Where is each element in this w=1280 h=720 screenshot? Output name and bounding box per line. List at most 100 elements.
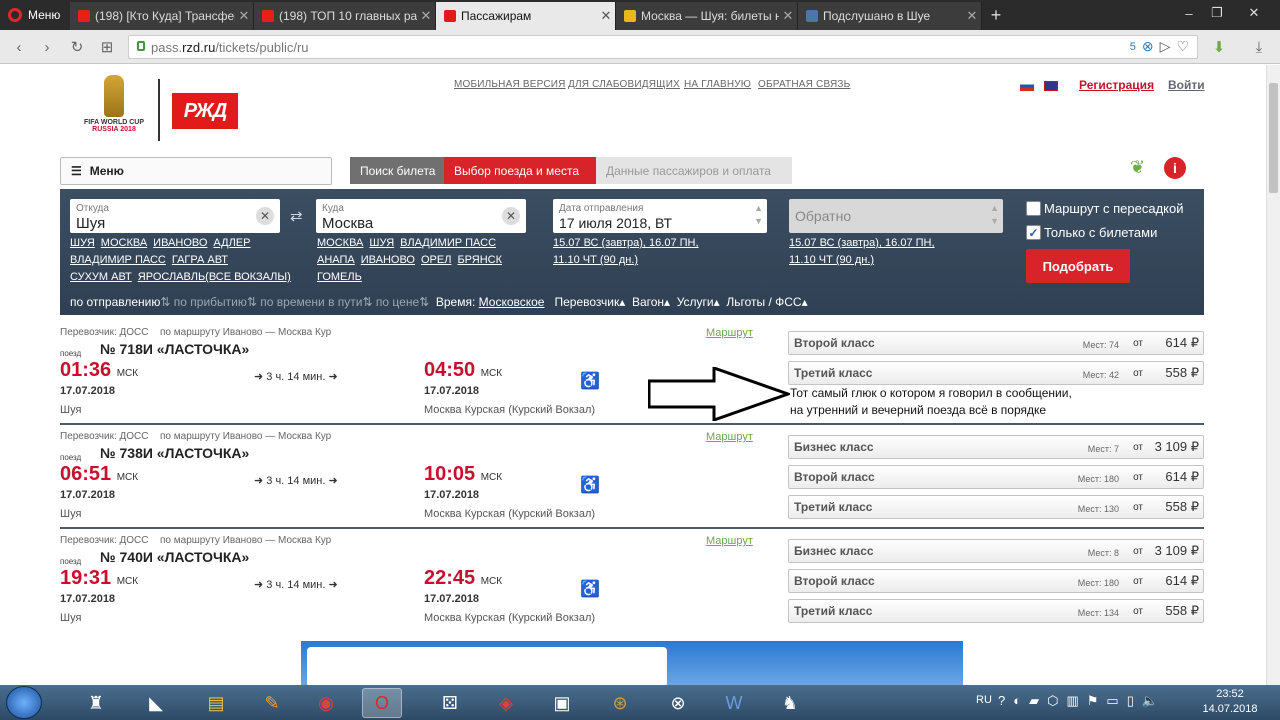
quick-station[interactable]: ВЛАДИМИР ПАСС	[70, 254, 166, 266]
download-arrow-icon[interactable]: ⬇	[1208, 36, 1230, 58]
class-option[interactable]: Второй класс Мест: 74 от 614 ₽	[788, 331, 1204, 355]
shield-icon[interactable]: ⬡	[1047, 693, 1058, 709]
benefits-filter[interactable]: Льготы / ФСС	[726, 295, 801, 309]
english-flag-icon[interactable]	[1044, 81, 1058, 91]
quick-date[interactable]: 11.10 ЧТ (90 дн.)	[789, 254, 874, 266]
route-link[interactable]: Маршрут	[706, 535, 753, 547]
dice-app-icon[interactable]: ⚄	[430, 688, 470, 718]
scrollbar-thumb[interactable]	[1269, 83, 1278, 193]
quick-station[interactable]: СУХУМ АВТ	[70, 271, 132, 283]
quick-station[interactable]: ИВАНОВО	[153, 237, 207, 249]
clear-to-icon[interactable]: ✕	[502, 207, 520, 225]
train-name[interactable]: № 738И «ЛАСТОЧКА»	[100, 445, 249, 461]
clock[interactable]: 23:52 14.07.2018	[1200, 687, 1260, 717]
app-icon[interactable]: ◣	[136, 688, 176, 718]
battery-icon[interactable]: ▯	[1127, 693, 1134, 709]
route-link[interactable]: Маршрут	[706, 327, 753, 339]
save-disk-icon[interactable]: ▣	[542, 688, 582, 718]
search-submit-button[interactable]: Подобрать	[1026, 249, 1130, 283]
speaker-icon[interactable]: 🔈	[1142, 693, 1158, 709]
transfer-checkbox[interactable]	[1026, 201, 1041, 216]
opera-taskbar-icon[interactable]: O	[362, 688, 402, 718]
input-language[interactable]: RU	[976, 694, 992, 706]
forward-icon[interactable]: ›	[36, 36, 58, 58]
snapshot-icon[interactable]: ▷	[1160, 38, 1171, 55]
services-filter[interactable]: Услуги	[677, 295, 714, 309]
quick-station[interactable]: ШУЯ	[70, 237, 95, 249]
speed-dial-icon[interactable]: ⊞	[96, 36, 118, 58]
class-option[interactable]: Второй класс Мест: 180 от 614 ₽	[788, 569, 1204, 593]
quick-station[interactable]: ГОМЕЛЬ	[317, 271, 362, 283]
home-link[interactable]: НА ГЛАВНУЮ	[684, 79, 751, 90]
close-tab-icon[interactable]: ✕	[235, 8, 253, 24]
quick-station[interactable]: ГАГРА АВТ	[172, 254, 228, 266]
quick-station[interactable]: АДЛЕР	[213, 237, 250, 249]
quick-station[interactable]: МОСКВА	[101, 237, 147, 249]
close-tab-icon[interactable]: ✕	[779, 8, 797, 24]
accessibility-link[interactable]: ДЛЯ СЛАБОВИДЯЩИХ	[568, 79, 680, 90]
chess-app-icon[interactable]: ♞	[770, 688, 810, 718]
site-menu-button[interactable]: ☰ Меню	[60, 157, 332, 185]
login-link[interactable]: Войти	[1168, 78, 1205, 92]
route-link[interactable]: Маршрут	[706, 431, 753, 443]
carrier-filter[interactable]: Перевозчик	[555, 295, 620, 309]
downloads-icon[interactable]: ⤓	[1248, 36, 1270, 58]
sort-by-travel-time[interactable]: по времени в пути	[260, 295, 362, 309]
step-choose-train[interactable]: Выбор поезда и места	[444, 157, 596, 184]
quick-date[interactable]: 11.10 ЧТ (90 дн.)	[553, 254, 638, 266]
paint-icon[interactable]: ✎	[252, 688, 292, 718]
browser-tab-active[interactable]: Пассажирам ✕	[436, 2, 616, 30]
close-tab-icon[interactable]: ✕	[597, 8, 615, 24]
close-tab-icon[interactable]: ✕	[963, 8, 981, 24]
rzd-logo[interactable]: РЖД	[172, 93, 238, 129]
only-tickets-checkbox[interactable]: ✓	[1026, 225, 1041, 240]
to-field[interactable]: Куда Москва ✕	[316, 199, 526, 233]
url-input[interactable]: pass. rzd.ru/tickets/public/ru 5 ⊗ ▷ ♡	[128, 35, 1198, 59]
return-date-field[interactable]: Обратно ▲ ▼	[789, 199, 1003, 233]
browser-tab[interactable]: Москва — Шуя: билеты н ✕	[616, 2, 798, 30]
sync-icon[interactable]: ◐	[1013, 693, 1021, 709]
from-field[interactable]: Откуда Шуя ✕	[70, 199, 280, 233]
car-filter[interactable]: Вагон	[632, 295, 664, 309]
eco-leaf-icon[interactable]: ❦	[1130, 157, 1150, 177]
russian-flag-icon[interactable]	[1020, 81, 1034, 91]
quick-station[interactable]: ЯРОСЛАВЛЬ(ВСЕ ВОКЗАЛЫ)	[138, 271, 291, 283]
new-tab-button[interactable]: +	[986, 3, 1006, 27]
close-tab-icon[interactable]: ✕	[417, 8, 435, 24]
monitor-icon[interactable]: ▭	[1106, 693, 1118, 709]
sort-by-departure[interactable]: по отправлению	[70, 295, 160, 309]
sort-by-arrival[interactable]: по прибытию	[174, 295, 247, 309]
promo-banner[interactable]	[301, 641, 963, 685]
sort-by-price[interactable]: по цене	[376, 295, 419, 309]
class-option[interactable]: Третий класс Мест: 134 от 558 ₽	[788, 599, 1204, 623]
restore-icon[interactable]: ❐	[1204, 0, 1230, 26]
media-player-icon[interactable]: ◉	[306, 688, 346, 718]
train-name[interactable]: № 740И «ЛАСТОЧКА»	[100, 549, 249, 565]
quick-station[interactable]: БРЯНСК	[457, 254, 502, 266]
quick-date[interactable]: 15.07 ВС (завтра), 16.07 ПН,	[789, 237, 935, 249]
feedback-link[interactable]: ОБРАТНАЯ СВЯЗЬ	[758, 79, 850, 90]
info-icon[interactable]: i	[1164, 157, 1186, 179]
page-scrollbar[interactable]	[1266, 65, 1280, 685]
quick-station[interactable]: АНАПА	[317, 254, 355, 266]
clear-from-icon[interactable]: ✕	[256, 207, 274, 225]
quick-station[interactable]: ИВАНОВО	[361, 254, 415, 266]
step-search[interactable]: Поиск билета	[350, 157, 444, 184]
quick-station[interactable]: ШУЯ	[369, 237, 394, 249]
date-field[interactable]: Дата отправления 17 июля 2018, ВТ ▲ ▼	[553, 199, 767, 233]
browser-tab[interactable]: Подслушано в Шуе ✕	[798, 2, 982, 30]
steam-like-icon[interactable]: ⊗	[658, 688, 698, 718]
game-app-icon[interactable]: ♜	[76, 688, 116, 718]
register-link[interactable]: Регистрация	[1079, 78, 1154, 92]
close-window-icon[interactable]: ✕	[1232, 0, 1276, 26]
start-button[interactable]	[6, 686, 42, 719]
class-option[interactable]: Третий класс Мест: 130 от 558 ₽	[788, 495, 1204, 519]
back-icon[interactable]: ‹	[8, 36, 30, 58]
browser-tab[interactable]: (198) ТОП 10 главных раз ✕	[254, 2, 436, 30]
word-icon[interactable]: W	[714, 688, 754, 718]
quick-station[interactable]: МОСКВА	[317, 237, 363, 249]
class-option[interactable]: Бизнес класс Мест: 7 от 3 109 ₽	[788, 435, 1204, 459]
file-explorer-icon[interactable]: ▤	[196, 688, 236, 718]
flag-icon[interactable]: ⚑	[1087, 693, 1099, 709]
nvidia-icon[interactable]: ▰	[1029, 693, 1039, 709]
